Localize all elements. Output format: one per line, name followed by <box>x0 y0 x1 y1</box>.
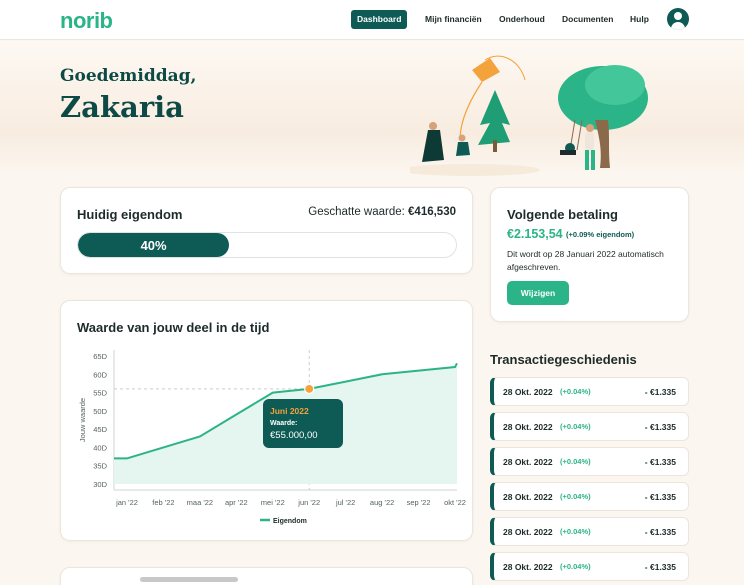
transaction-amount: - €1.335 <box>644 492 676 502</box>
transaction-percentage: (+0.04%) <box>560 457 591 466</box>
x-tick-label: sep '22 <box>407 498 431 507</box>
y-tick-label: 30D <box>93 480 107 489</box>
y-tick-label: 55D <box>93 389 107 398</box>
transaction-row[interactable]: 28 Okt. 2022 (+0.04%) - €1.335 <box>490 482 689 511</box>
transaction-amount: - €1.335 <box>644 527 676 537</box>
transaction-amount: - €1.335 <box>644 387 676 397</box>
bottom-card <box>60 567 473 585</box>
x-tick-label: okt '22 <box>444 498 466 507</box>
transaction-date: 28 Okt. 2022 <box>503 457 553 467</box>
transaction-percentage: (+0.04%) <box>560 387 591 396</box>
transaction-row[interactable]: 28 Okt. 2022 (+0.04%) - €1.335 <box>490 447 689 476</box>
legend-label: Eigendom <box>273 518 307 525</box>
transaction-date: 28 Okt. 2022 <box>503 492 553 502</box>
transaction-row[interactable]: 28 Okt. 2022 (+0.04%) - €1.335 <box>490 377 689 406</box>
y-axis-label: Jouw waarde <box>78 398 87 442</box>
x-tick-label: mei '22 <box>261 498 285 507</box>
transaction-row[interactable]: 28 Okt. 2022 (+0.04%) - €1.335 <box>490 517 689 546</box>
x-tick-label: apr '22 <box>225 498 248 507</box>
transactions-title: Transactiegeschiedenis <box>490 352 637 367</box>
transaction-percentage: (+0.04%) <box>560 527 591 536</box>
chart-tooltip: Juni 2022 Waarde: €55.000,00 <box>263 399 343 448</box>
x-tick-label: jun '22 <box>297 498 320 507</box>
tooltip-month: Juni 2022 <box>270 406 309 416</box>
x-tick-label: feb '22 <box>152 498 174 507</box>
y-tick-label: 50D <box>93 407 107 416</box>
transaction-amount: - €1.335 <box>644 562 676 572</box>
highlight-point <box>304 383 315 395</box>
y-tick-label: 40D <box>93 443 107 452</box>
x-tick-label: maa '22 <box>187 498 213 507</box>
transaction-amount: - €1.335 <box>644 422 676 432</box>
x-tick-label: aug '22 <box>370 498 394 507</box>
transaction-percentage: (+0.04%) <box>560 562 591 571</box>
transaction-amount: - €1.335 <box>644 457 676 467</box>
transaction-row[interactable]: 28 Okt. 2022 (+0.04%) - €1.335 <box>490 552 689 581</box>
y-tick-label: 65D <box>93 352 107 361</box>
transaction-date: 28 Okt. 2022 <box>503 562 553 572</box>
y-tick-label: 60D <box>93 370 107 379</box>
transaction-row[interactable]: 28 Okt. 2022 (+0.04%) - €1.335 <box>490 412 689 441</box>
transaction-date: 28 Okt. 2022 <box>503 387 553 397</box>
transaction-date: 28 Okt. 2022 <box>503 422 553 432</box>
y-tick-label: 35D <box>93 462 107 471</box>
tooltip-value: €55.000,00 <box>270 430 318 441</box>
horizontal-scrollbar[interactable] <box>140 577 238 582</box>
transaction-percentage: (+0.04%) <box>560 422 591 431</box>
transaction-percentage: (+0.04%) <box>560 492 591 501</box>
y-tick-label: 45D <box>93 425 107 434</box>
transaction-date: 28 Okt. 2022 <box>503 527 553 537</box>
x-tick-label: jan '22 <box>115 498 138 507</box>
tooltip-value-label: Waarde: <box>270 420 298 427</box>
x-tick-label: jul '22 <box>335 498 355 507</box>
